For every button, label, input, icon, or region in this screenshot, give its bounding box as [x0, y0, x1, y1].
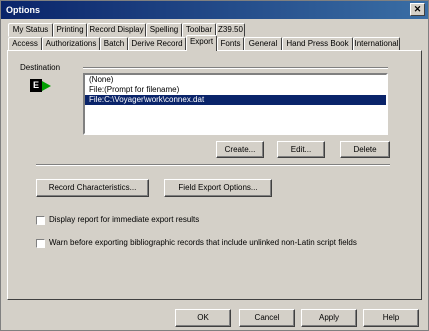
tab-general[interactable]: General	[244, 37, 282, 51]
destination-label: Destination	[20, 63, 61, 72]
cancel-button[interactable]: Cancel	[239, 309, 295, 327]
destination-item-none[interactable]: (None)	[85, 75, 386, 85]
export-icon: E	[30, 79, 42, 92]
options-dialog: Options ✕ My Status Printing Record Disp…	[0, 0, 429, 331]
create-button[interactable]: Create...	[216, 141, 264, 158]
record-characteristics-button[interactable]: Record Characteristics...	[36, 179, 149, 197]
tab-record-display[interactable]: Record Display	[87, 23, 146, 37]
destination-item-prompt[interactable]: File:(Prompt for filename)	[85, 85, 386, 95]
edit-button[interactable]: Edit...	[277, 141, 325, 158]
help-button[interactable]: Help	[363, 309, 419, 327]
delete-button[interactable]: Delete	[340, 141, 390, 158]
apply-button[interactable]: Apply	[301, 309, 357, 327]
tab-z3950[interactable]: Z39.50	[216, 23, 245, 37]
tab-printing[interactable]: Printing	[53, 23, 87, 37]
field-export-options-button[interactable]: Field Export Options...	[164, 179, 272, 197]
tab-access[interactable]: Access	[8, 37, 42, 51]
display-report-checkbox[interactable]	[36, 216, 45, 225]
destination-separator	[83, 67, 388, 69]
destination-item-connex[interactable]: File:C:\Voyager\work\connex.dat	[85, 95, 386, 105]
destination-list[interactable]: (None) File:(Prompt for filename) File:C…	[83, 73, 388, 135]
ok-button[interactable]: OK	[175, 309, 231, 327]
warn-nonlatin-label[interactable]: Warn before exporting bibliographic reco…	[49, 238, 357, 247]
title-bar: Options ✕	[1, 1, 428, 19]
tab-derive-record[interactable]: Derive Record	[128, 37, 186, 51]
tab-fonts[interactable]: Fonts	[217, 37, 244, 51]
tab-batch[interactable]: Batch	[100, 37, 128, 51]
arrow-right-icon	[42, 81, 51, 91]
tab-hand-press-book[interactable]: Hand Press Book	[282, 37, 353, 51]
tab-spelling[interactable]: Spelling	[146, 23, 182, 37]
close-button[interactable]: ✕	[410, 3, 425, 16]
warn-nonlatin-checkbox[interactable]	[36, 239, 45, 248]
tab-export[interactable]: Export	[186, 35, 217, 51]
close-icon: ✕	[413, 4, 422, 14]
tab-international[interactable]: International	[353, 37, 400, 51]
window-title: Options	[6, 5, 40, 15]
display-report-label[interactable]: Display report for immediate export resu…	[49, 215, 199, 224]
tab-my-status[interactable]: My Status	[8, 23, 53, 37]
tab-authorizations[interactable]: Authorizations	[42, 37, 100, 51]
options-separator	[36, 164, 390, 166]
